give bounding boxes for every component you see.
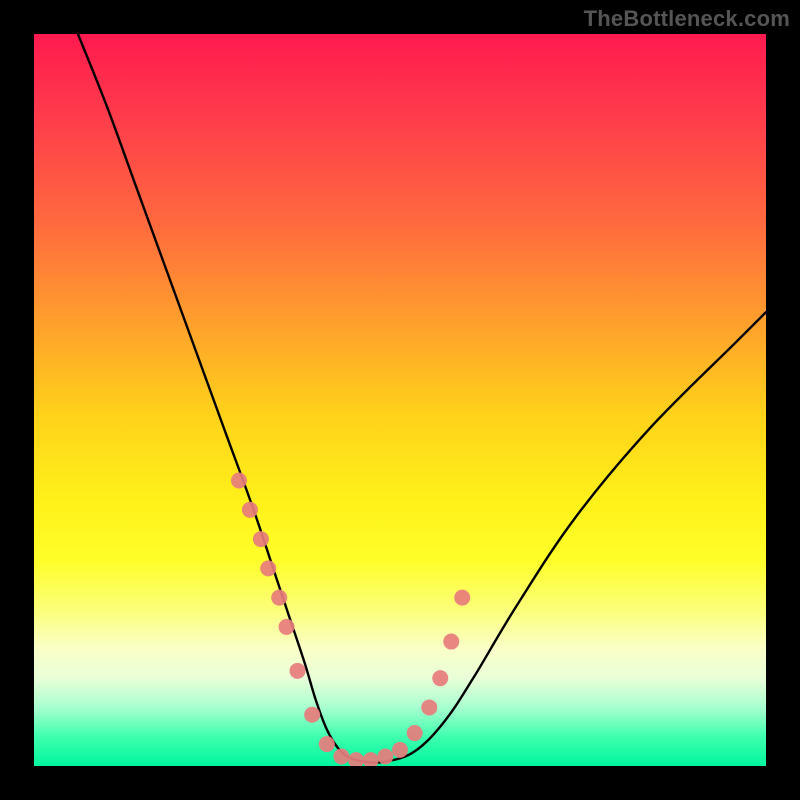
highlight-dot: [231, 473, 247, 489]
highlight-dot: [377, 748, 393, 764]
highlight-dot: [260, 560, 276, 576]
highlight-dot: [290, 663, 306, 679]
highlight-dot: [392, 742, 408, 758]
highlight-dot: [253, 531, 269, 547]
highlight-dot: [454, 590, 470, 606]
highlight-dots: [231, 473, 470, 766]
highlight-dot: [319, 736, 335, 752]
highlight-dot: [421, 699, 437, 715]
highlight-dot: [363, 752, 379, 766]
bottleneck-curve: [78, 34, 766, 763]
highlight-dot: [348, 752, 364, 766]
plot-area: [34, 34, 766, 766]
highlight-dot: [407, 725, 423, 741]
highlight-dot: [271, 590, 287, 606]
chart-svg: [34, 34, 766, 766]
chart-frame: TheBottleneck.com: [0, 0, 800, 800]
highlight-dot: [443, 634, 459, 650]
watermark-text: TheBottleneck.com: [584, 6, 790, 32]
highlight-dot: [432, 670, 448, 686]
highlight-dot: [279, 619, 295, 635]
highlight-dot: [304, 707, 320, 723]
highlight-dot: [242, 502, 258, 518]
highlight-dot: [333, 748, 349, 764]
